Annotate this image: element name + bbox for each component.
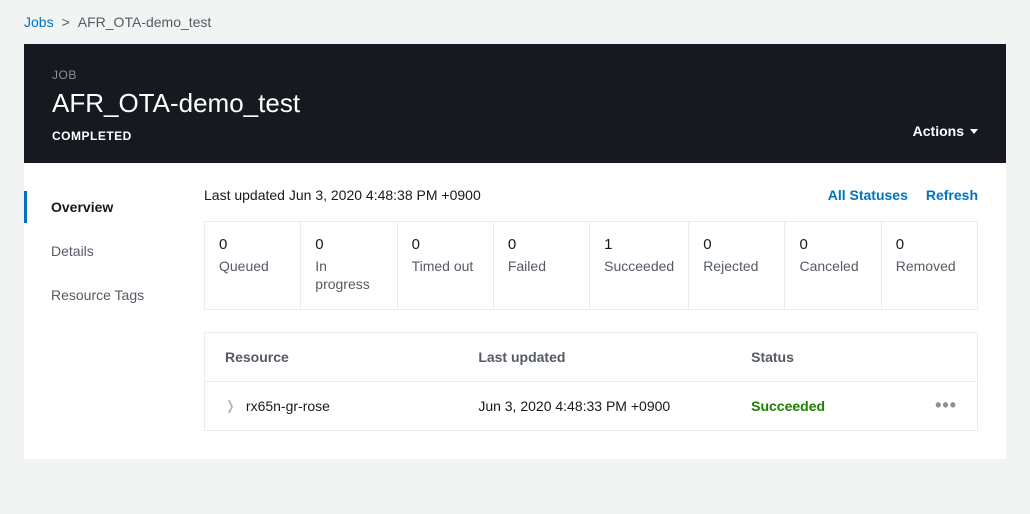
stat-failed: 0 Failed <box>494 222 590 309</box>
col-header-resource: Resource <box>225 349 478 365</box>
stat-value: 0 <box>703 236 770 253</box>
stat-label: Timed out <box>412 257 479 293</box>
page-title: AFR_OTA-demo_test <box>52 88 300 119</box>
row-status: Succeeded <box>751 398 907 414</box>
refresh-link[interactable]: Refresh <box>926 187 978 203</box>
stat-rejected: 0 Rejected <box>689 222 785 309</box>
job-header: JOB AFR_OTA-demo_test COMPLETED Actions <box>24 44 1006 163</box>
row-actions-menu-icon[interactable]: ••• <box>935 395 957 415</box>
side-nav: Overview Details Resource Tags <box>24 187 204 431</box>
stat-in-progress: 0 In progress <box>301 222 397 309</box>
breadcrumb-root-link[interactable]: Jobs <box>24 14 54 30</box>
stat-label: Canceled <box>799 257 866 293</box>
breadcrumb: Jobs > AFR_OTA-demo_test <box>0 0 1030 40</box>
stat-timed-out: 0 Timed out <box>398 222 494 309</box>
stat-canceled: 0 Canceled <box>785 222 881 309</box>
stat-value: 1 <box>604 236 674 253</box>
stat-value: 0 <box>315 236 382 253</box>
stat-value: 0 <box>799 236 866 253</box>
sidenav-item-overview[interactable]: Overview <box>24 191 204 223</box>
status-counters: 0 Queued 0 In progress 0 Timed out 0 Fai… <box>204 221 978 310</box>
stat-value: 0 <box>412 236 479 253</box>
last-updated-text: Last updated Jun 3, 2020 4:48:38 PM +090… <box>204 187 481 203</box>
stat-value: 0 <box>896 236 963 253</box>
breadcrumb-separator-icon: > <box>62 14 70 30</box>
col-header-last-updated: Last updated <box>478 349 751 365</box>
actions-label: Actions <box>913 123 964 139</box>
stat-label: Succeeded <box>604 257 674 293</box>
resource-name: rx65n-gr-rose <box>246 398 330 414</box>
breadcrumb-current: AFR_OTA-demo_test <box>78 14 212 30</box>
stat-label: Removed <box>896 257 963 293</box>
stat-label: Rejected <box>703 257 770 293</box>
stat-value: 0 <box>219 236 286 253</box>
stat-label: Failed <box>508 257 575 293</box>
col-header-status: Status <box>751 349 907 365</box>
table-header-row: Resource Last updated Status <box>205 333 977 382</box>
caret-down-icon <box>970 129 978 134</box>
sidenav-item-resource-tags[interactable]: Resource Tags <box>24 279 204 311</box>
stat-value: 0 <box>508 236 575 253</box>
job-status-badge: COMPLETED <box>52 129 300 143</box>
all-statuses-link[interactable]: All Statuses <box>828 187 908 203</box>
header-eyebrow: JOB <box>52 68 300 82</box>
stat-succeeded: 1 Succeeded <box>590 222 689 309</box>
sidenav-item-details[interactable]: Details <box>24 235 204 267</box>
table-row[interactable]: ❯ rx65n-gr-rose Jun 3, 2020 4:48:33 PM +… <box>205 382 977 430</box>
stat-queued: 0 Queued <box>205 222 301 309</box>
actions-dropdown-button[interactable]: Actions <box>913 123 978 143</box>
overview-panel: Last updated Jun 3, 2020 4:48:38 PM +090… <box>204 187 978 431</box>
resources-table: Resource Last updated Status ❯ rx65n-gr-… <box>204 332 978 431</box>
stat-label: Queued <box>219 257 286 293</box>
stat-label: In progress <box>315 257 382 293</box>
row-last-updated: Jun 3, 2020 4:48:33 PM +0900 <box>478 398 751 414</box>
chevron-right-icon[interactable]: ❯ <box>227 398 235 414</box>
stat-removed: 0 Removed <box>882 222 977 309</box>
